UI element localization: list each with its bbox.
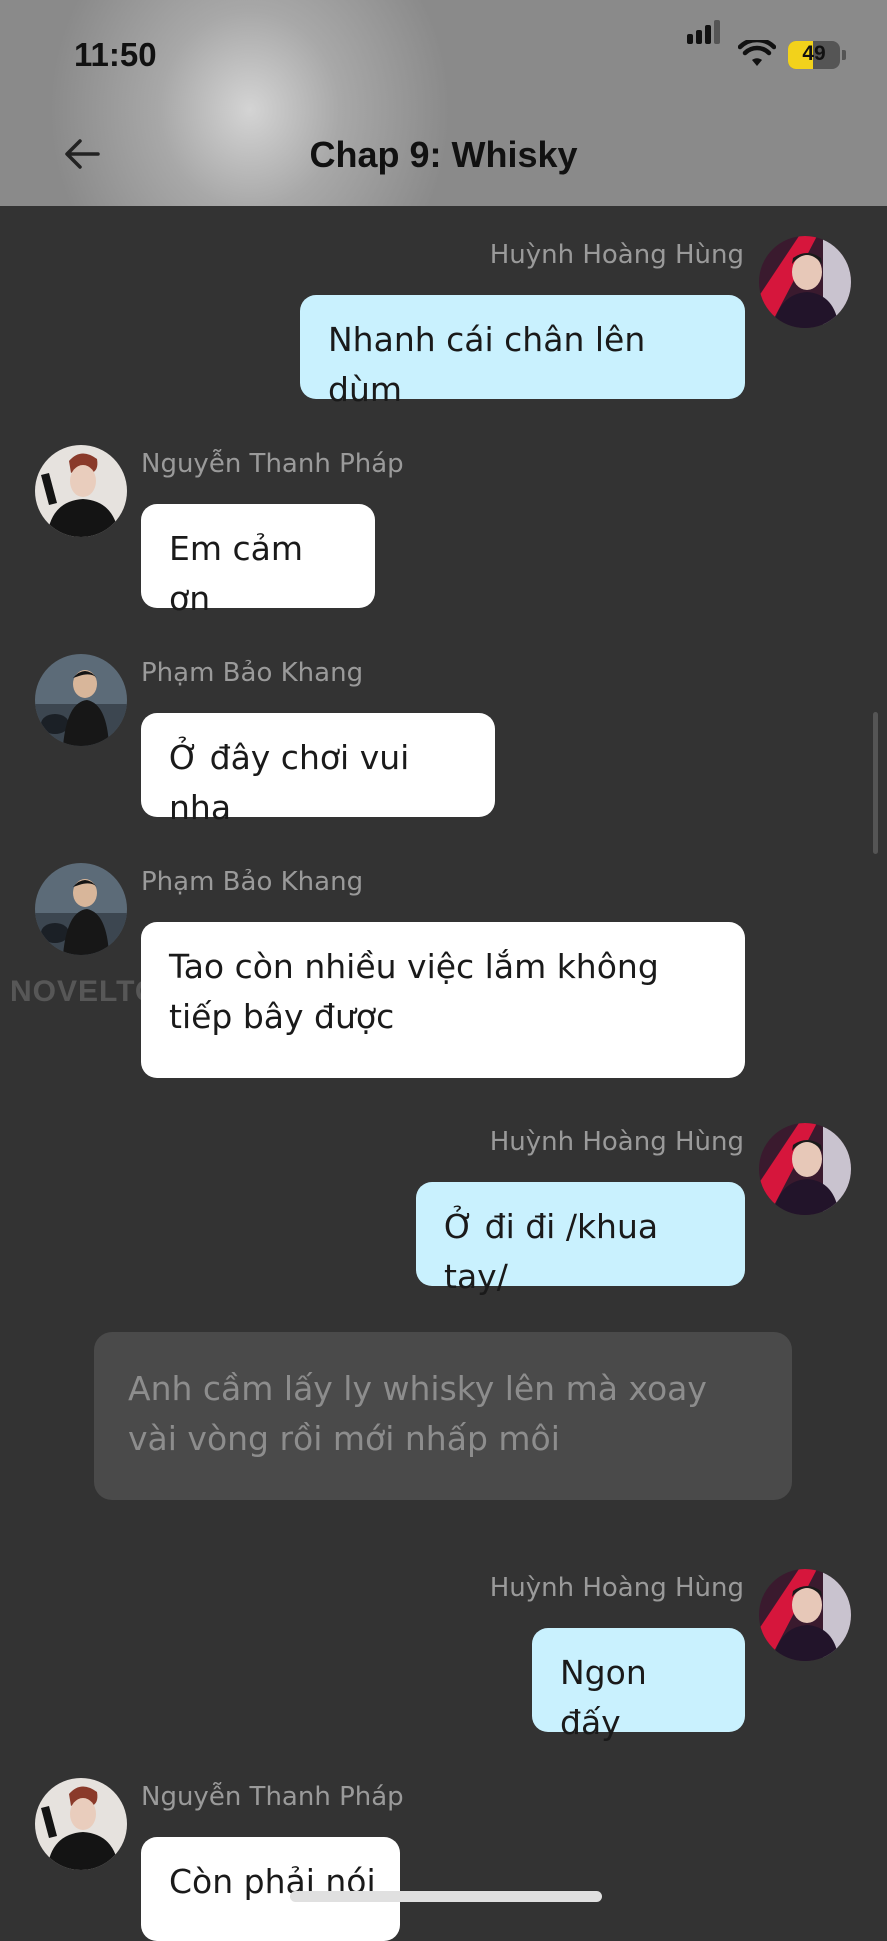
avatar-nguyen-thanh-phap[interactable] [35, 1778, 127, 1870]
avatar-nguyen-thanh-phap[interactable] [35, 445, 127, 537]
message-bubble[interactable]: Còn phải nói [141, 1837, 400, 1941]
battery-icon: 49 [788, 41, 840, 69]
avatar-huynh-hoang-hung[interactable] [759, 1569, 851, 1661]
sender-name: Huỳnh Hoàng Hùng [489, 1573, 744, 1603]
home-indicator[interactable] [290, 1891, 602, 1902]
header-bar: 11:50 49 Chap 9: Whisky [0, 0, 887, 206]
status-bar: 11:50 49 [0, 0, 887, 110]
status-time: 11:50 [74, 36, 157, 73]
page-title: Chap 9: Whisky [309, 134, 578, 175]
wifi-icon [738, 40, 776, 66]
sender-name: Phạm Bảo Khang [141, 658, 364, 688]
message-bubble[interactable]: Ở đây chơi vui nha [141, 713, 495, 827]
sender-name: Huỳnh Hoàng Hùng [489, 240, 744, 270]
avatar-huynh-hoang-hung[interactable] [759, 1123, 851, 1215]
message-bubble[interactable]: Em cảm ơn [141, 504, 375, 618]
scrollbar[interactable] [873, 712, 878, 854]
narration-box: Anh cầm lấy ly whisky lên mà xoay vài vò… [94, 1332, 792, 1500]
message-bubble[interactable]: Nhanh cái chân lên dùm [300, 295, 745, 409]
avatar-huynh-hoang-hung[interactable] [759, 236, 851, 328]
sender-name: Huỳnh Hoàng Hùng [489, 1127, 744, 1157]
avatar-pham-bao-khang[interactable] [35, 863, 127, 955]
message-bubble[interactable]: Ở đi đi /khua tay/ [416, 1182, 745, 1296]
watermark: NOVELTOON [10, 975, 207, 1008]
avatar-pham-bao-khang[interactable] [35, 654, 127, 746]
message-bubble[interactable]: Tao còn nhiều việc lắm không tiếp bây đư… [141, 922, 745, 1078]
sender-name: Nguyễn Thanh Pháp [141, 449, 404, 479]
sender-name: Nguyễn Thanh Pháp [141, 1782, 404, 1812]
battery-percent: 49 [802, 42, 826, 65]
message-bubble[interactable]: Ngon đấy [532, 1628, 745, 1742]
sender-name: Phạm Bảo Khang [141, 867, 364, 897]
